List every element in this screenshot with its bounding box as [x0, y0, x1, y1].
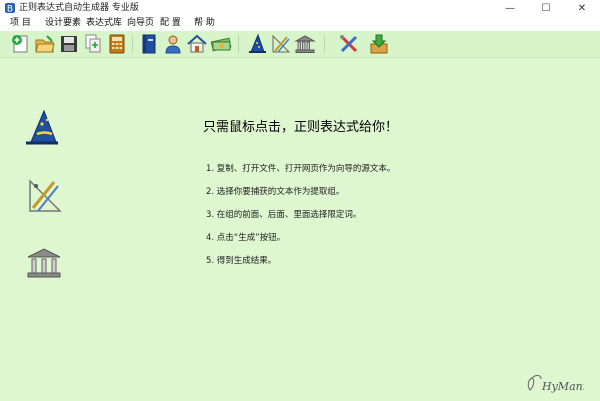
library-building-icon[interactable]	[294, 33, 316, 55]
main-panel: 只需鼠标点击，正则表达式给你！ 1. 复制、打开文件、打开网页作为向导的源文本。…	[0, 58, 600, 401]
toolbar-separator	[132, 35, 133, 53]
menu-item-config[interactable]: 配 置	[160, 17, 181, 31]
menu-item-expression-library[interactable]: 表达式库	[86, 17, 122, 31]
calculator-icon[interactable]	[106, 33, 128, 55]
maximize-button[interactable]: ☐	[528, 0, 564, 17]
title-bar: B 正则表达式自动生成器 专业版 — ☐ ✕	[0, 0, 600, 17]
download-box-icon[interactable]	[368, 33, 390, 55]
library-building-icon[interactable]	[24, 244, 64, 284]
toolbar-separator	[238, 35, 239, 53]
toolbar-separator	[324, 35, 325, 53]
user-icon[interactable]	[162, 33, 184, 55]
window-title: 正则表达式自动生成器 专业版	[19, 3, 139, 13]
wizard-hat-icon[interactable]	[22, 108, 62, 148]
save-disk-icon[interactable]	[58, 33, 80, 55]
home-icon[interactable]	[186, 33, 208, 55]
step-item: 2. 选择你要捕获的文本作为提取组。	[206, 187, 345, 197]
step-item: 5. 得到生成结果。	[206, 256, 277, 266]
wizard-hat-icon[interactable]	[246, 33, 268, 55]
svg-text:B: B	[7, 5, 13, 15]
new-project-icon[interactable]	[10, 33, 32, 55]
menu-item-project[interactable]: 项 目	[10, 17, 31, 31]
menu-item-design-elements[interactable]: 设计要素	[45, 17, 81, 31]
copy-document-icon[interactable]	[82, 33, 104, 55]
step-item: 4. 点击“生成”按钮。	[206, 233, 286, 243]
menu-item-wizard[interactable]: 向导页	[127, 17, 154, 31]
money-icon[interactable]	[210, 33, 232, 55]
menu-item-help[interactable]: 帮 助	[194, 17, 215, 31]
signature: HyMann	[527, 375, 584, 393]
toolbar	[0, 31, 600, 58]
minimize-button[interactable]: —	[492, 0, 528, 17]
close-button[interactable]: ✕	[564, 0, 600, 17]
step-item: 1. 复制、打开文件、打开网页作为向导的源文本。	[206, 164, 396, 174]
step-item: 3. 在组的前面、后面、里面选择限定词。	[206, 210, 362, 220]
headline: 只需鼠标点击，正则表达式给你！	[203, 120, 399, 135]
book-icon[interactable]	[138, 33, 160, 55]
menu-bar: 项 目 设计要素 表达式库 向导页 配 置 帮 助	[0, 17, 600, 31]
svg-text:HyMann: HyMann	[541, 380, 584, 393]
drawing-tools-icon[interactable]	[270, 33, 292, 55]
tools-icon[interactable]	[338, 33, 360, 55]
app-logo-icon: B	[5, 3, 15, 15]
open-folder-icon[interactable]	[34, 33, 56, 55]
drawing-tools-icon[interactable]	[24, 176, 64, 216]
